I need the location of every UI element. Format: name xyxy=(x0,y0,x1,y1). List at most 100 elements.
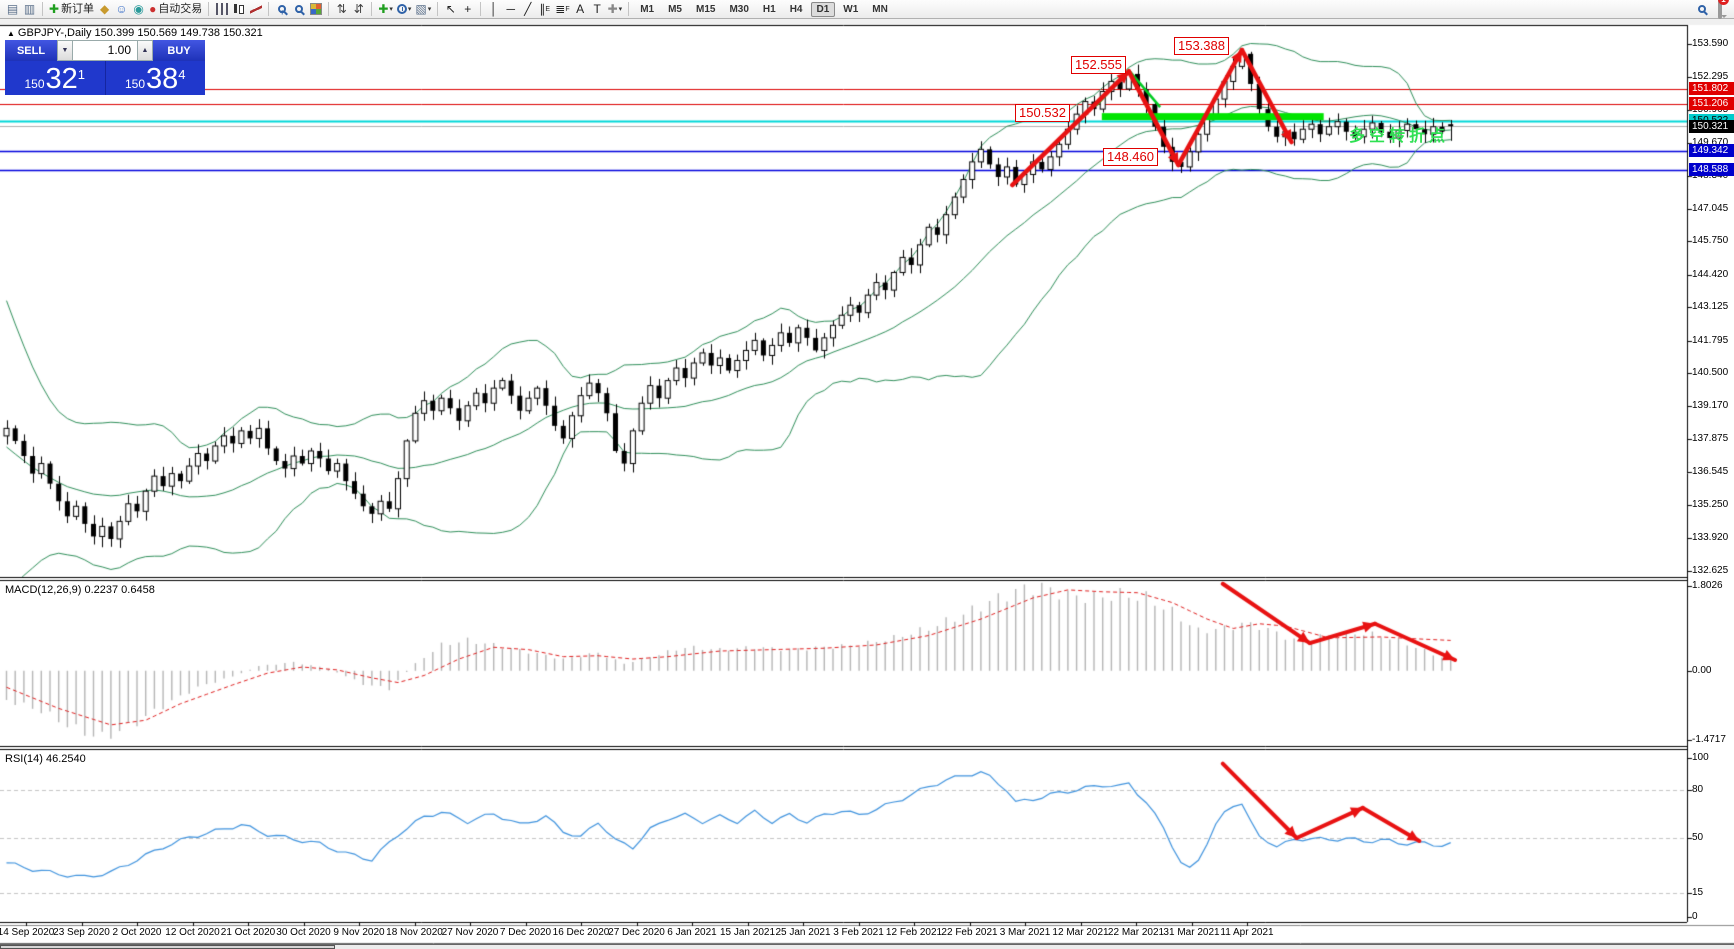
buy-price-point: 4 xyxy=(178,67,185,82)
horizontal-scrollbar[interactable] xyxy=(0,944,1734,949)
community-icon[interactable]: ☺ xyxy=(113,1,130,18)
search-icon[interactable] xyxy=(1698,5,1706,13)
chart-styles-icon[interactable]: ◆ xyxy=(96,1,113,18)
timeframe-mn[interactable]: MN xyxy=(866,2,894,17)
sell-price-button[interactable]: 150 32 1 xyxy=(5,61,106,95)
buy-button[interactable]: BUY xyxy=(153,40,205,61)
buy-price-button[interactable]: 150 38 4 xyxy=(106,61,206,95)
date-axis-label: 16 Dec 2020 xyxy=(553,927,610,938)
text-label-icon[interactable]: T xyxy=(589,1,606,18)
vertical-line-icon[interactable]: │ xyxy=(485,1,502,18)
price-axis-tick: 147.045 xyxy=(1692,203,1732,214)
candle-chart-type-icon[interactable] xyxy=(230,1,247,18)
fibonacci-icon[interactable]: ≣F xyxy=(553,1,571,18)
price-axis-tick: 132.625 xyxy=(1692,565,1732,576)
scrollbar-thumb[interactable] xyxy=(0,945,335,949)
chart-profile-icon[interactable]: ▥ xyxy=(21,1,38,18)
price-level-badge: 151.802 xyxy=(1689,82,1734,95)
date-axis-label: 18 Nov 2020 xyxy=(386,927,443,938)
channel-icon[interactable]: ∥E xyxy=(536,1,553,18)
buy-price-pips: 38 xyxy=(146,65,178,94)
turning-point-note[interactable]: 多空转折点 xyxy=(1349,122,1449,146)
rsi-axis-tick: 15 xyxy=(1692,887,1732,898)
trendline-icon[interactable]: ╱ xyxy=(519,1,536,18)
timeframe-w1[interactable]: W1 xyxy=(837,2,864,17)
price-annotation-box[interactable]: 152.555 xyxy=(1071,56,1126,74)
price-axis-tick: 145.750 xyxy=(1692,235,1732,246)
timeframe-m30[interactable]: M30 xyxy=(723,2,754,17)
macd-label: MACD(12,26,9) 0.2237 0.6458 xyxy=(5,584,155,596)
price-level-badge: 150.321 xyxy=(1689,120,1734,133)
line-chart-type-icon[interactable] xyxy=(247,1,264,18)
rsi-axis-tick: 0 xyxy=(1692,911,1732,922)
date-axis-label: 9 Nov 2020 xyxy=(333,927,384,938)
symbol-ohlc-line: GBPJPY-,Daily 150.399 150.569 149.738 15… xyxy=(18,27,263,39)
zoom-out-icon[interactable]: − xyxy=(290,1,307,18)
toolbar: ▤▥✚新订单◆☺◉●自动交易+−⇅⇵✚▾▾▧▾↖+│─╱∥E≣FAT✚▾ M1M… xyxy=(0,0,1734,19)
price-axis-tick: 136.545 xyxy=(1692,466,1732,477)
date-axis-label: 15 Jan 2021 xyxy=(720,927,775,938)
rsi-label: RSI(14) 46.2540 xyxy=(5,753,86,765)
date-axis-label: 6 Jan 2021 xyxy=(667,927,717,938)
indicators-window-icon[interactable]: ⇅ xyxy=(333,1,350,18)
price-level-badge: 148.588 xyxy=(1689,163,1734,176)
date-axis-label: 3 Feb 2021 xyxy=(833,927,884,938)
price-axis-tick: 133.920 xyxy=(1692,532,1732,543)
price-annotation-box[interactable]: 153.388 xyxy=(1174,37,1229,55)
cursor-icon[interactable]: ↖ xyxy=(442,1,459,18)
price-axis-tick: 135.250 xyxy=(1692,499,1732,510)
zoom-in-icon[interactable]: + xyxy=(273,1,290,18)
date-axis-label: 30 Oct 2020 xyxy=(276,927,330,938)
timeframe-d1[interactable]: D1 xyxy=(811,2,836,17)
objects-list-icon[interactable]: ⇵ xyxy=(350,1,367,18)
rsi-axis-tick: 50 xyxy=(1692,832,1732,843)
new-chart-icon[interactable]: ▤ xyxy=(4,1,21,18)
add-indicator-icon[interactable]: ✚▾ xyxy=(376,1,395,18)
date-axis-label: 3 Mar 2021 xyxy=(1000,927,1051,938)
timeframe-m5[interactable]: M5 xyxy=(662,2,688,17)
one-click-trading-panel: SELL ▼ 1.00 ▲ BUY 150 32 1 150 38 4 xyxy=(5,40,205,95)
price-level-badge: 151.206 xyxy=(1689,97,1734,110)
rsi-axis-tick: 100 xyxy=(1692,752,1732,763)
price-annotation-box[interactable]: 150.532 xyxy=(1015,104,1070,122)
sell-price-handle: 150 xyxy=(24,77,44,91)
date-axis-label: 14 Sep 2020 xyxy=(0,927,54,938)
chart-ohlc-header: ▲GBPJPY-,Daily 150.399 150.569 149.738 1… xyxy=(7,27,263,39)
notifications-button[interactable]: 1 xyxy=(1718,0,1722,18)
date-axis-label: 27 Nov 2020 xyxy=(442,927,499,938)
volume-increase-button[interactable]: ▲ xyxy=(137,40,153,61)
price-axis-tick: 152.295 xyxy=(1692,71,1732,82)
templates-icon[interactable]: ▧▾ xyxy=(413,1,433,18)
periods-clock-icon[interactable]: ▾ xyxy=(395,1,414,18)
price-annotation-box[interactable]: 148.460 xyxy=(1103,148,1158,166)
collapse-icon[interactable]: ▲ xyxy=(7,29,15,38)
autotrade-icon[interactable]: ●自动交易 xyxy=(147,1,204,18)
rsi-axis-tick: 80 xyxy=(1692,784,1732,795)
volume-decrease-button[interactable]: ▼ xyxy=(57,40,73,61)
timeframe-m1[interactable]: M1 xyxy=(634,2,660,17)
date-axis-label: 25 Jan 2021 xyxy=(775,927,830,938)
sell-price-pips: 32 xyxy=(46,65,78,94)
price-chart-canvas[interactable] xyxy=(0,0,1734,949)
date-axis-label: 12 Mar 2021 xyxy=(1052,927,1108,938)
price-axis-tick: 140.500 xyxy=(1692,367,1732,378)
bar-chart-type-icon[interactable] xyxy=(213,1,230,18)
volume-input[interactable]: 1.00 xyxy=(73,40,137,61)
signals-icon[interactable]: ◉ xyxy=(130,1,147,18)
timeframe-group: M1M5M15M30H1H4D1W1MN xyxy=(633,2,895,17)
timeframe-m15[interactable]: M15 xyxy=(690,2,721,17)
price-axis-tick: 143.125 xyxy=(1692,301,1732,312)
horizontal-line-icon[interactable]: ─ xyxy=(502,1,519,18)
buy-price-handle: 150 xyxy=(125,77,145,91)
sell-button[interactable]: SELL xyxy=(5,40,57,61)
arrows-icon[interactable]: ✚▾ xyxy=(606,1,625,18)
price-axis-tick: 144.420 xyxy=(1692,269,1732,280)
crosshair-icon[interactable]: + xyxy=(459,1,476,18)
timeframe-h4[interactable]: H4 xyxy=(784,2,809,17)
date-axis-label: 23 Sep 2020 xyxy=(53,927,110,938)
timeframe-h1[interactable]: H1 xyxy=(757,2,782,17)
text-icon[interactable]: A xyxy=(572,1,589,18)
price-axis-tick: 153.590 xyxy=(1692,38,1732,49)
new-order-icon[interactable]: ✚新订单 xyxy=(47,1,96,18)
tile-windows-icon[interactable] xyxy=(307,1,324,18)
